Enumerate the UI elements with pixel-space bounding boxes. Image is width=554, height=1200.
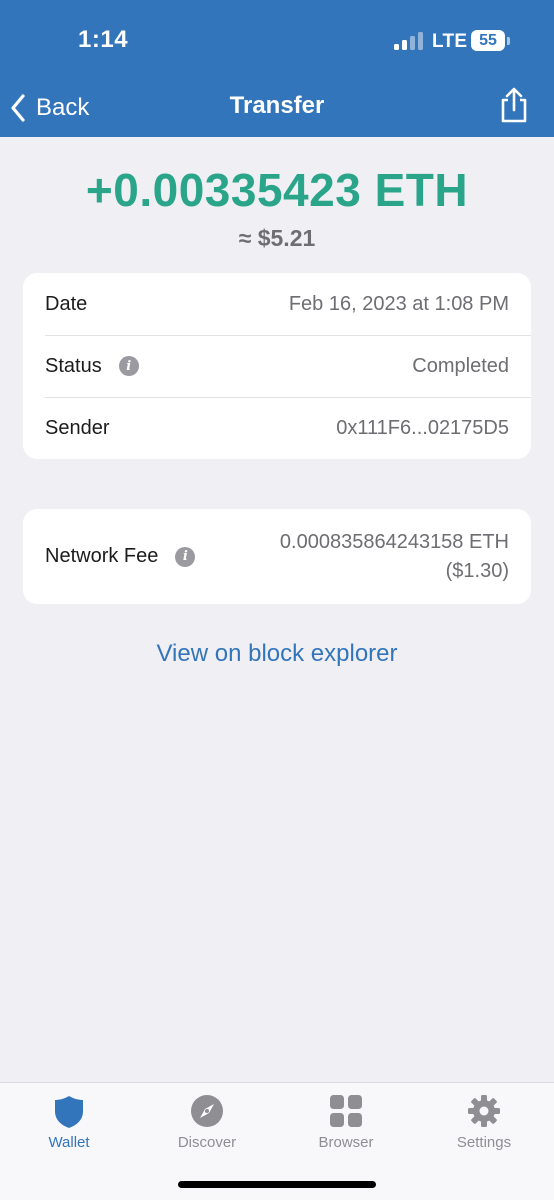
gear-icon: [468, 1095, 500, 1127]
shield-icon: [55, 1096, 83, 1128]
page-title: Transfer: [229, 92, 325, 119]
header: 1:14 LTE 55 Back Transfer: [0, 0, 554, 137]
status-time: 1:14: [78, 26, 129, 53]
network-fee-fiat: ($1.30): [445, 559, 509, 582]
tab-discover[interactable]: Discover: [138, 1083, 276, 1163]
network-fee-eth: 0.000835864243158 ETH: [279, 530, 509, 553]
view-on-block-explorer-link[interactable]: View on block explorer: [0, 640, 554, 668]
status-value: Completed: [412, 354, 509, 377]
date-row: Date Feb 16, 2023 at 1:08 PM: [23, 273, 531, 335]
grid-icon: [330, 1095, 362, 1127]
transfer-amount: +0.00335423 ETH: [85, 164, 469, 216]
battery-icon: 55: [471, 30, 505, 51]
transfer-fiat-amount: ≈ $5.21: [238, 225, 316, 251]
tab-wallet[interactable]: Wallet: [0, 1083, 138, 1163]
network-fee-row: Network Fee i 0.000835864243158 ETH ($1.…: [23, 509, 531, 604]
network-fee-label: Network Fee: [45, 545, 159, 567]
share-button[interactable]: [496, 86, 532, 124]
tab-settings-label: Settings: [456, 1134, 512, 1151]
tab-settings[interactable]: Settings: [415, 1083, 553, 1163]
sender-label: Sender: [45, 416, 110, 439]
date-label: Date: [45, 292, 88, 315]
tab-discover-label: Discover: [177, 1134, 237, 1151]
sender-address: 0x111F6...02175D5: [336, 416, 509, 439]
info-icon[interactable]: i: [175, 546, 196, 567]
signal-icon: [394, 32, 424, 50]
sender-row[interactable]: Sender 0x111F6...02175D5: [23, 397, 531, 459]
share-icon: [501, 87, 527, 123]
compass-icon: [191, 1095, 223, 1127]
tab-browser-label: Browser: [318, 1134, 374, 1151]
fee-card: Network Fee i 0.000835864243158 ETH ($1.…: [23, 509, 531, 604]
tab-wallet-label: Wallet: [48, 1134, 90, 1151]
home-indicator: [178, 1181, 376, 1188]
network-type: LTE: [432, 31, 468, 52]
tab-browser[interactable]: Browser: [277, 1083, 415, 1163]
status-row: Status i Completed: [23, 335, 531, 397]
date-value: Feb 16, 2023 at 1:08 PM: [288, 292, 509, 315]
network-fee-value: 0.000835864243158 ETH ($1.30): [280, 528, 509, 586]
battery-nub: [507, 37, 510, 45]
details-card: Date Feb 16, 2023 at 1:08 PM Status i Co…: [23, 273, 531, 459]
status-label: Status: [45, 354, 102, 377]
info-icon[interactable]: i: [118, 356, 139, 376]
